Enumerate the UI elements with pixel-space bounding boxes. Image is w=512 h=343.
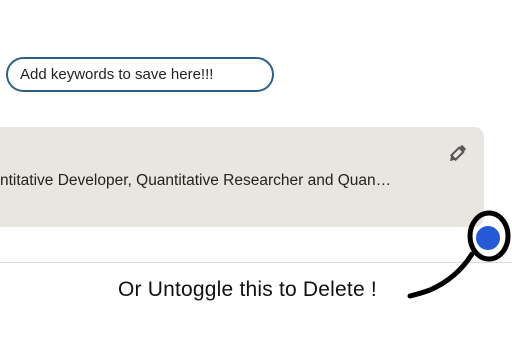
keyword-input[interactable] xyxy=(6,57,274,92)
edit-button[interactable] xyxy=(446,143,468,165)
toggle-knob[interactable] xyxy=(476,226,500,250)
annotation-text: Or Untoggle this to Delete ! xyxy=(118,278,377,301)
next-card-edge xyxy=(0,262,512,343)
saved-search-card[interactable]: ntitative Developer, Quantitative Resear… xyxy=(0,127,484,227)
saved-search-text: ntitative Developer, Quantitative Resear… xyxy=(0,172,392,189)
pencil-icon xyxy=(449,145,466,162)
